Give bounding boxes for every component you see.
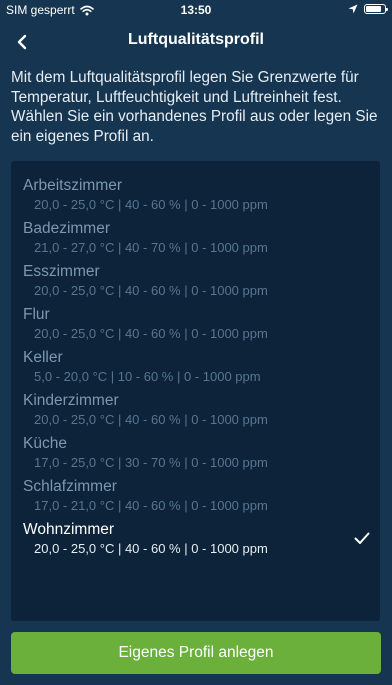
profile-values: 20,0 - 25,0 °C | 40 - 60 % | 0 - 1000 pp… (34, 412, 268, 427)
profile-panel: Arbeitszimmer 20,0 - 25,0 °C | 40 - 60 % … (11, 161, 380, 621)
profile-item[interactable]: Schlafzimmer 17,0 - 21,0 °C | 40 - 60 % |… (11, 476, 380, 519)
profile-item[interactable]: Badezimmer 21,0 - 27,0 °C | 40 - 70 % | 0… (11, 218, 380, 261)
profile-values: 21,0 - 27,0 °C | 40 - 70 % | 0 - 1000 pp… (34, 240, 268, 255)
profile-name: Keller (23, 349, 63, 366)
profile-values: 20,0 - 25,0 °C | 40 - 60 % | 0 - 1000 pp… (34, 283, 268, 298)
status-time: 13:50 (180, 3, 212, 17)
battery-fill (366, 6, 382, 12)
profile-name: Arbeitszimmer (23, 177, 123, 194)
profile-values: 17,0 - 21,0 °C | 40 - 60 % | 0 - 1000 pp… (34, 498, 268, 513)
profile-name: Esszimmer (23, 263, 100, 280)
profile-name: Badezimmer (23, 220, 110, 237)
location-arrow-icon (348, 4, 358, 14)
page-title: Luftqualitätsprofil (128, 31, 264, 48)
status-bar: SIM gesperrt 13:50 (0, 0, 392, 20)
profile-name: Flur (23, 306, 50, 323)
profile-item[interactable]: Kinderzimmer 20,0 - 25,0 °C | 40 - 60 % |… (11, 390, 380, 433)
checkmark-icon (354, 532, 370, 544)
intro-text: Mit dem Luftqualitätsprofil legen Sie Gr… (11, 69, 378, 145)
profile-list: Arbeitszimmer 20,0 - 25,0 °C | 40 - 60 % … (11, 175, 380, 562)
profile-values: 20,0 - 25,0 °C | 40 - 60 % | 0 - 1000 pp… (34, 541, 268, 556)
nav-bar: Luftqualitätsprofil (0, 20, 392, 64)
profile-name: Wohnzimmer (23, 521, 115, 538)
status-right (348, 4, 388, 14)
profile-name: Küche (23, 435, 67, 452)
profile-name: Kinderzimmer (23, 392, 119, 409)
profile-item[interactable]: Keller 5,0 - 20,0 °C | 10 - 60 % | 0 - 10… (11, 347, 380, 390)
profile-item[interactable]: Küche 17,0 - 25,0 °C | 30 - 70 % | 0 - 10… (11, 433, 380, 476)
profile-item[interactable]: Wohnzimmer 20,0 - 25,0 °C | 40 - 60 % | 0… (11, 519, 380, 562)
profile-item[interactable]: Esszimmer 20,0 - 25,0 °C | 40 - 60 % | 0 … (11, 261, 380, 304)
create-profile-button[interactable]: Eigenes Profil anlegen (11, 632, 381, 674)
profile-values: 20,0 - 25,0 °C | 40 - 60 % | 0 - 1000 pp… (34, 197, 268, 212)
profile-values: 17,0 - 25,0 °C | 30 - 70 % | 0 - 1000 pp… (34, 455, 268, 470)
profile-name: Schlafzimmer (23, 478, 117, 495)
profile-item[interactable]: Arbeitszimmer 20,0 - 25,0 °C | 40 - 60 % … (11, 175, 380, 218)
battery-icon (364, 4, 388, 14)
profile-values: 5,0 - 20,0 °C | 10 - 60 % | 0 - 1000 ppm (34, 369, 261, 384)
profile-values: 20,0 - 25,0 °C | 40 - 60 % | 0 - 1000 pp… (34, 326, 268, 341)
profile-item[interactable]: Flur 20,0 - 25,0 °C | 40 - 60 % | 0 - 100… (11, 304, 380, 347)
